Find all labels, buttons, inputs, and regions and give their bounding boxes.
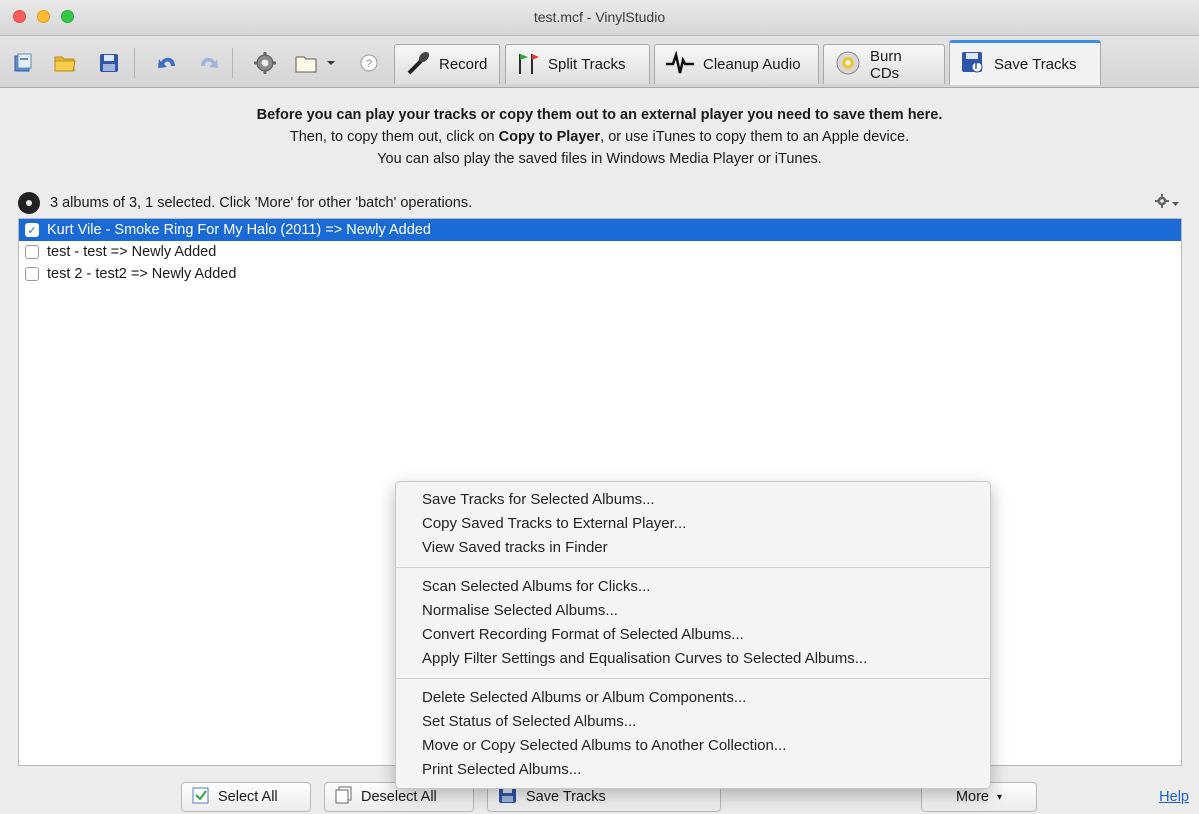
intro-line-2: Then, to copy them out, click on Copy to… — [0, 126, 1199, 148]
tab-record[interactable]: Record — [394, 44, 500, 84]
menu-item[interactable]: Apply Filter Settings and Equalisation C… — [396, 647, 990, 671]
album-checkbox[interactable]: ✓ — [25, 223, 39, 237]
more-label: More — [955, 789, 989, 805]
help-icon[interactable]: ? — [358, 50, 380, 76]
chevron-down-icon — [1172, 195, 1179, 210]
menu-item[interactable]: Normalise Selected Albums... — [396, 599, 990, 623]
split-flags-icon — [516, 50, 540, 80]
menu-item[interactable]: Convert Recording Format of Selected Alb… — [396, 623, 990, 647]
tab-record-label: Record — [439, 56, 488, 73]
album-status-bar: 3 albums of 3, 1 selected. Click 'More' … — [18, 192, 472, 214]
list-options-gear-button[interactable] — [1153, 192, 1181, 212]
small-chevron-icon: ▾ — [997, 791, 1003, 803]
tab-cleanup-audio-label: Cleanup Audio — [703, 56, 801, 73]
album-row[interactable]: test - test => Newly Added — [19, 241, 1181, 263]
save-disk-icon[interactable] — [96, 50, 122, 76]
intro-line-2-suffix: , or use iTunes to copy them to an Apple… — [600, 129, 910, 145]
tab-split-tracks[interactable]: Split Tracks — [505, 44, 650, 84]
menu-item[interactable]: Copy Saved Tracks to External Player... — [396, 512, 990, 536]
new-collection-icon[interactable] — [10, 50, 36, 76]
menu-item[interactable]: Scan Selected Albums for Clicks... — [396, 575, 990, 599]
album-label: test - test => Newly Added — [47, 244, 217, 260]
title-bar: test.mcf - VinylStudio — [0, 0, 1199, 36]
album-checkbox[interactable] — [25, 245, 39, 259]
save-tracks-icon — [960, 49, 986, 79]
waveform-icon — [665, 49, 695, 79]
intro-line-2-bold: Copy to Player — [498, 129, 601, 145]
chevron-down-icon[interactable] — [324, 50, 338, 76]
tab-save-tracks[interactable]: Save Tracks — [949, 40, 1101, 85]
select-all-checkbox-icon — [192, 786, 210, 808]
menu-separator — [396, 678, 990, 679]
intro-line-2-prefix: Then, to copy them out, click on — [289, 129, 499, 145]
tab-burn-cds-label: Burn CDs — [870, 47, 902, 82]
tab-cleanup-audio[interactable]: Cleanup Audio — [654, 44, 819, 84]
redo-icon[interactable] — [196, 50, 222, 76]
gear-icon — [1155, 193, 1169, 211]
microphone-icon — [405, 51, 431, 79]
album-row[interactable]: ✓ Kurt Vile - Smoke Ring For My Halo (20… — [19, 219, 1181, 241]
select-all-label: Select All — [218, 789, 278, 805]
vinyl-disc-icon — [18, 192, 40, 214]
save-tracks-panel: Before you can play your tracks or copy … — [0, 88, 1199, 814]
menu-item[interactable]: Print Selected Albums... — [396, 758, 990, 782]
menu-separator — [396, 567, 990, 568]
open-folder-icon[interactable] — [52, 50, 78, 76]
album-checkbox[interactable] — [25, 267, 39, 281]
album-label: test 2 - test2 => Newly Added — [47, 266, 237, 282]
select-all-button[interactable]: Select All — [181, 782, 311, 812]
intro-line-3: You can also play the saved files in Win… — [377, 151, 822, 167]
save-tracks-icon — [498, 786, 518, 808]
menu-item[interactable]: Move or Copy Selected Albums to Another … — [396, 734, 990, 758]
svg-text:?: ? — [366, 58, 372, 70]
settings-gear-icon[interactable] — [252, 50, 278, 76]
album-label: Kurt Vile - Smoke Ring For My Halo (2011… — [47, 222, 431, 238]
toolbar: ? Record Split Tracks Cleanup Audio Burn… — [0, 36, 1199, 88]
tab-save-tracks-label: Save Tracks — [994, 55, 1077, 73]
window-title: test.mcf - VinylStudio — [533, 9, 666, 25]
album-count-text: 3 albums of 3, 1 selected. Click 'More' … — [50, 195, 473, 211]
menu-item[interactable]: Set Status of Selected Albums... — [396, 710, 990, 734]
tab-split-tracks-label: Split Tracks — [548, 56, 626, 73]
toolbar-separator — [232, 48, 233, 78]
toolbar-separator — [134, 48, 135, 78]
album-row[interactable]: test 2 - test2 => Newly Added — [19, 263, 1181, 285]
save-tracks-label: Save Tracks — [526, 789, 606, 805]
album-folder-icon[interactable] — [294, 50, 320, 76]
intro-line-1: Before you can play your tracks or copy … — [256, 107, 943, 123]
tab-burn-cds[interactable]: Burn CDs — [823, 44, 945, 84]
cd-icon — [834, 50, 862, 80]
menu-item[interactable]: View Saved tracks in Finder — [396, 536, 990, 560]
menu-item[interactable]: Delete Selected Albums or Album Componen… — [396, 686, 990, 710]
deselect-all-icon — [335, 786, 353, 808]
deselect-all-label: Deselect All — [361, 789, 437, 805]
menu-item[interactable]: Save Tracks for Selected Albums... — [396, 488, 990, 512]
help-link[interactable]: Help — [1159, 789, 1189, 805]
intro-text: Before you can play your tracks or copy … — [0, 104, 1199, 170]
undo-icon[interactable] — [154, 50, 180, 76]
more-batch-menu: Save Tracks for Selected Albums... Copy … — [395, 481, 991, 789]
